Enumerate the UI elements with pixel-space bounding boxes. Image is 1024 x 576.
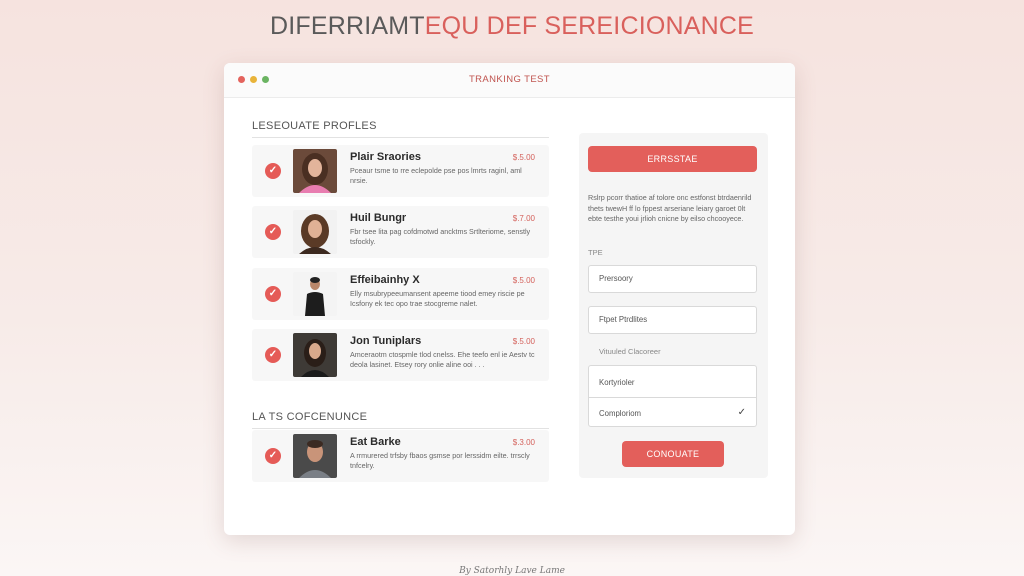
virtual-label: Vituuled Clacoreer bbox=[599, 347, 661, 356]
check-circle-icon[interactable]: ✓ bbox=[265, 163, 281, 179]
option-divider bbox=[589, 397, 756, 398]
checkmark-icon: ✓ bbox=[737, 407, 746, 418]
profile-name: Huil Bungr bbox=[350, 212, 407, 224]
select-field-2-value: Ftpet Ptrdlites bbox=[599, 315, 648, 324]
option-item[interactable]: Kortyrioler bbox=[599, 378, 635, 387]
headline-part-2: EQU DEF SEREICIONANCE bbox=[424, 12, 755, 40]
footer-caption: By Satorhly Lave Lame bbox=[459, 566, 565, 576]
app-window: TRANKING TEST LESEOUATE PROFLES ✓ Plair … bbox=[224, 63, 795, 535]
continue-button[interactable]: CONOUATE bbox=[622, 441, 724, 467]
check-circle-icon[interactable]: ✓ bbox=[265, 448, 281, 464]
headline-part-1: DIFERRIAMT bbox=[269, 12, 425, 40]
latest-divider bbox=[252, 428, 549, 429]
profile-price: $.5.00 bbox=[512, 153, 535, 162]
tpe-label: TPE bbox=[588, 248, 603, 257]
avatar bbox=[293, 149, 337, 193]
select-field-1-value: Prersoory bbox=[599, 274, 633, 283]
profile-price: $.5.00 bbox=[512, 337, 535, 346]
avatar bbox=[293, 434, 337, 478]
window-titlebar: TRANKING TEST bbox=[224, 63, 795, 98]
profile-card[interactable]: ✓ Jon Tuniplars $.5.00 Amceraotm ctospml… bbox=[252, 329, 549, 381]
profile-name: Effeibainhy X bbox=[350, 274, 420, 286]
profile-name: Jon Tuniplars bbox=[350, 335, 422, 347]
profile-price: $.5.00 bbox=[512, 276, 535, 285]
avatar bbox=[293, 333, 337, 377]
profile-description: Amceraotm ctospmle tlod cnelss. Ehe teef… bbox=[350, 350, 535, 369]
side-description: Rslrp pcorr thatioe af tolore onc estfon… bbox=[588, 193, 752, 223]
profile-card[interactable]: ✓ Eat Barke $.3.00 A rrmurered trfsby fb… bbox=[252, 430, 549, 482]
profile-name: Eat Barke bbox=[350, 436, 401, 448]
profile-description: Fbr tsee lita pag cofdmotwd ancktms Srtl… bbox=[350, 227, 531, 246]
latest-heading: LA TS COFCENUNCE bbox=[252, 411, 368, 423]
profile-price: $.7.00 bbox=[512, 214, 535, 223]
profiles-heading: LESEOUATE PROFLES bbox=[252, 120, 377, 132]
avatar bbox=[293, 210, 337, 254]
profile-price: $.3.00 bbox=[512, 438, 535, 447]
check-circle-icon[interactable]: ✓ bbox=[265, 224, 281, 240]
profile-card[interactable]: ✓ Plair Sraories $.5.00 Pceaur tsme to r… bbox=[252, 145, 549, 197]
check-circle-icon[interactable]: ✓ bbox=[265, 347, 281, 363]
select-field-1[interactable]: Prersoory bbox=[588, 265, 757, 293]
profile-card[interactable]: ✓ Effeibainhy X $.5.00 Elly msubrypeeuma… bbox=[252, 268, 549, 320]
check-circle-icon[interactable]: ✓ bbox=[265, 286, 281, 302]
page-headline: DIFERRIAMTEQU DEF SEREICIONANCE bbox=[0, 12, 1024, 41]
primary-button[interactable]: ERRSSTAE bbox=[588, 146, 757, 172]
side-panel: ERRSSTAE Rslrp pcorr thatioe af tolore o… bbox=[579, 133, 768, 478]
option-item[interactable]: Comploriom bbox=[599, 409, 641, 418]
profiles-divider bbox=[252, 137, 549, 138]
profile-card[interactable]: ✓ Huil Bungr $.7.00 Fbr tsee lita pag co… bbox=[252, 206, 549, 258]
avatar bbox=[293, 272, 337, 316]
window-title: TRANKING TEST bbox=[468, 74, 551, 85]
profile-name: Plair Sraories bbox=[350, 151, 421, 163]
profile-description: Pceaur tsme to rre eclepolde pse pos lmr… bbox=[350, 166, 522, 185]
select-field-2[interactable]: Ftpet Ptrdlites bbox=[588, 306, 757, 334]
profile-description: A rrmurered trfsby fbaos gsmse por lerss… bbox=[350, 451, 530, 470]
profile-description: Elly msubrypeeumansent apeeme tiood emey… bbox=[350, 289, 525, 308]
option-list[interactable]: Kortyrioler Comploriom ✓ bbox=[588, 365, 757, 427]
